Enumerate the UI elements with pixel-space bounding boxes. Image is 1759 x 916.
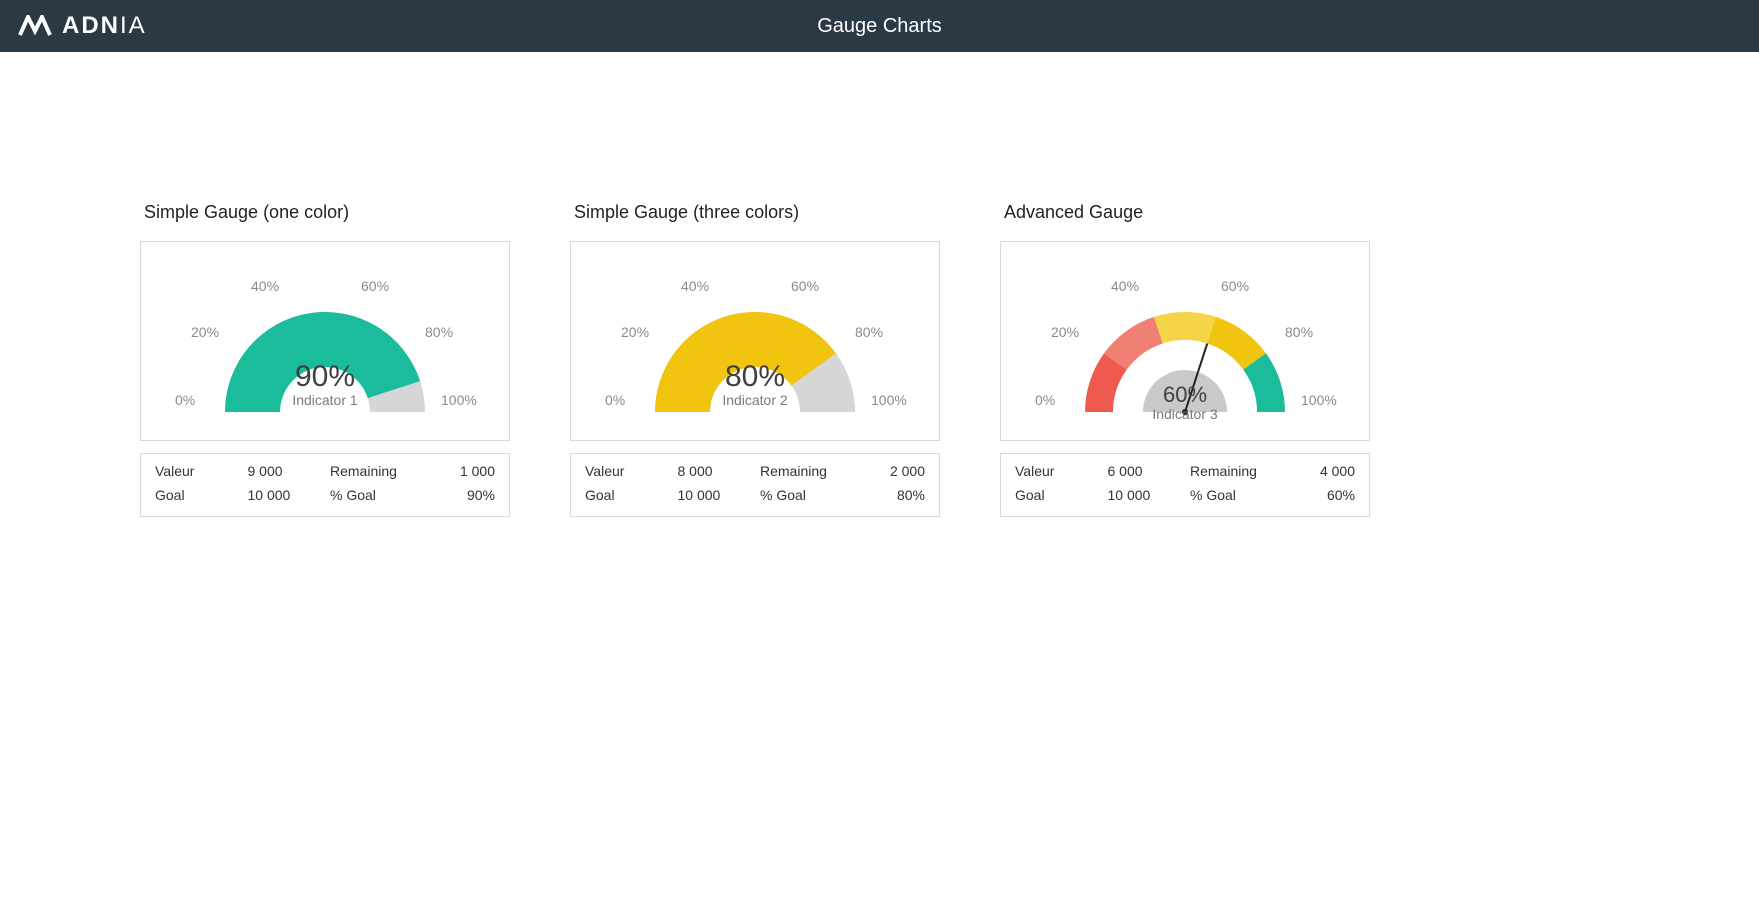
label-valeur: Valeur (585, 460, 668, 484)
brand-logo: ADNIA (18, 12, 147, 40)
label-remaining: Remaining (330, 460, 413, 484)
label-goal: Goal (1015, 484, 1098, 508)
gauge-data-table-1: Valeur 9 000 Remaining 1 000 Goal 10 000… (140, 453, 510, 517)
gauge-indicator: Indicator 2 (722, 392, 787, 408)
gauge-percent: 90% (292, 360, 357, 394)
label-pct-goal: % Goal (760, 484, 843, 508)
gauge-data-table-3: Valeur 6 000 Remaining 4 000 Goal 10 000… (1000, 453, 1370, 517)
value-valeur: 8 000 (668, 460, 761, 484)
tick-40: 40% (251, 278, 279, 294)
gauge-chart-3: 0% 20% 40% 60% 80% 100% 60% Indicator 3 (1000, 241, 1370, 441)
gauge-indicator: Indicator 1 (292, 392, 357, 408)
table-row: Goal 10 000 % Goal 60% (1015, 484, 1355, 508)
brand-mark-icon (18, 15, 52, 37)
tick-80: 80% (1285, 324, 1313, 340)
value-goal: 10 000 (238, 484, 331, 508)
tick-0: 0% (605, 392, 625, 408)
gauge-title: Simple Gauge (three colors) (574, 202, 940, 223)
tick-80: 80% (855, 324, 883, 340)
tick-20: 20% (621, 324, 649, 340)
tick-60: 60% (361, 278, 389, 294)
gauge-title: Advanced Gauge (1004, 202, 1370, 223)
value-goal: 10 000 (668, 484, 761, 508)
value-pct-goal: 80% (843, 484, 926, 508)
label-pct-goal: % Goal (330, 484, 413, 508)
label-valeur: Valeur (1015, 460, 1098, 484)
value-pct-goal: 90% (413, 484, 496, 508)
gauge-indicator: Indicator 3 (1152, 406, 1217, 422)
value-valeur: 9 000 (238, 460, 331, 484)
app-header: ADNIA Gauge Charts (0, 0, 1759, 52)
label-goal: Goal (585, 484, 668, 508)
table-row: Goal 10 000 % Goal 90% (155, 484, 495, 508)
gauge-panel-1: Simple Gauge (one color) 0% 20% 40% 60% … (140, 202, 510, 517)
table-row: Valeur 9 000 Remaining 1 000 (155, 460, 495, 484)
tick-60: 60% (791, 278, 819, 294)
tick-100: 100% (441, 392, 477, 408)
gauge-data-table-2: Valeur 8 000 Remaining 2 000 Goal 10 000… (570, 453, 940, 517)
tick-40: 40% (681, 278, 709, 294)
tick-80: 80% (425, 324, 453, 340)
gauge-percent: 80% (722, 360, 787, 394)
tick-60: 60% (1221, 278, 1249, 294)
tick-20: 20% (191, 324, 219, 340)
value-valeur: 6 000 (1098, 460, 1191, 484)
label-pct-goal: % Goal (1190, 484, 1273, 508)
page-title: Gauge Charts (817, 15, 942, 38)
gauge-title: Simple Gauge (one color) (144, 202, 510, 223)
gauge-percent: 60% (1152, 382, 1217, 408)
value-remaining: 2 000 (843, 460, 926, 484)
value-remaining: 1 000 (413, 460, 496, 484)
value-remaining: 4 000 (1273, 460, 1356, 484)
tick-0: 0% (175, 392, 195, 408)
tick-20: 20% (1051, 324, 1079, 340)
table-row: Valeur 6 000 Remaining 4 000 (1015, 460, 1355, 484)
table-row: Valeur 8 000 Remaining 2 000 (585, 460, 925, 484)
gauge-panel-3: Advanced Gauge (1000, 202, 1370, 517)
gauge-chart-1: 0% 20% 40% 60% 80% 100% 90% Indicator 1 (140, 241, 510, 441)
label-goal: Goal (155, 484, 238, 508)
label-remaining: Remaining (760, 460, 843, 484)
tick-100: 100% (871, 392, 907, 408)
gauge-chart-2: 0% 20% 40% 60% 80% 100% 80% Indicator 2 (570, 241, 940, 441)
gauge-panel-2: Simple Gauge (three colors) 0% 20% 40% 6… (570, 202, 940, 517)
tick-0: 0% (1035, 392, 1055, 408)
value-goal: 10 000 (1098, 484, 1191, 508)
brand-text: ADNIA (62, 12, 147, 40)
label-valeur: Valeur (155, 460, 238, 484)
tick-40: 40% (1111, 278, 1139, 294)
tick-100: 100% (1301, 392, 1337, 408)
content-area: Simple Gauge (one color) 0% 20% 40% 60% … (0, 52, 1759, 557)
table-row: Goal 10 000 % Goal 80% (585, 484, 925, 508)
label-remaining: Remaining (1190, 460, 1273, 484)
value-pct-goal: 60% (1273, 484, 1356, 508)
